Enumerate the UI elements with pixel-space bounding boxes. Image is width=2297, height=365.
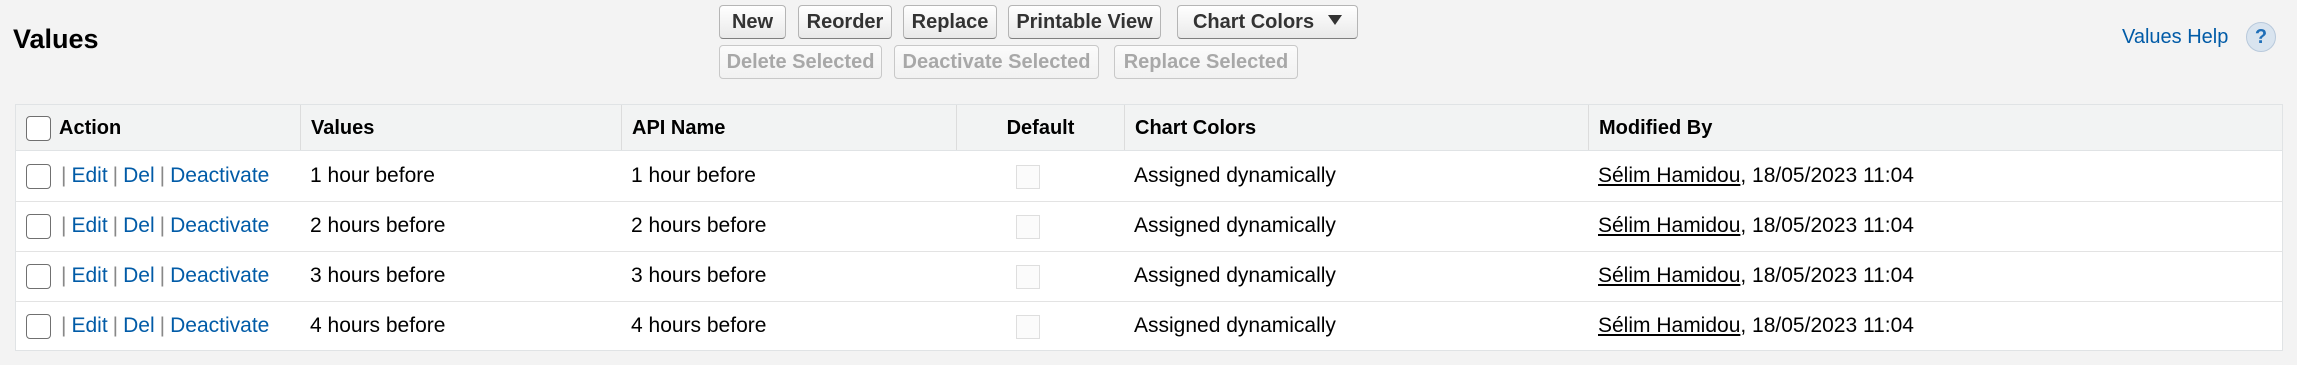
row-actions: | Edit | Del | Deactivate [61, 214, 270, 237]
deactivate-link[interactable]: Deactivate [170, 164, 269, 187]
edit-link[interactable]: Edit [71, 314, 107, 337]
user-link[interactable]: Sélim Hamidou [1598, 164, 1740, 187]
default-checkbox [1016, 165, 1040, 189]
chart-colors-cell: Assigned dynamically [1134, 214, 1336, 237]
replace-button[interactable]: Replace [903, 5, 997, 39]
row-actions: | Edit | Del | Deactivate [61, 164, 270, 187]
table-row: | Edit | Del | Deactivate 4 hours before 4 ho… [16, 301, 2282, 351]
table-row: | Edit | Del | Deactivate 3 hours before 3 ho… [16, 251, 2282, 302]
default-checkbox [1016, 315, 1040, 339]
edit-link[interactable]: Edit [71, 164, 107, 187]
del-link[interactable]: Del [123, 314, 155, 337]
modified-by-cell: Sélim Hamidou, 18/05/2023 11:04 [1598, 264, 1914, 287]
row-checkbox[interactable] [26, 164, 51, 189]
row-checkbox[interactable] [26, 314, 51, 339]
select-all-checkbox[interactable] [26, 116, 51, 141]
delete-selected-button[interactable]: Delete Selected [719, 45, 882, 79]
page-title: Values [13, 24, 99, 54]
user-link[interactable]: Sélim Hamidou [1598, 314, 1740, 337]
values-page: Values New Reorder Replace Printable Vie… [0, 0, 2297, 365]
api-name-cell: 1 hour before [631, 164, 756, 187]
replace-selected-button[interactable]: Replace Selected [1114, 45, 1298, 79]
edit-link[interactable]: Edit [71, 214, 107, 237]
table-row: | Edit | Del | Deactivate 1 hour before 1 hou… [16, 151, 2282, 202]
modified-by-cell: Sélim Hamidou, 18/05/2023 11:04 [1598, 164, 1914, 187]
value-cell: 2 hours before [310, 214, 446, 237]
deactivate-link[interactable]: Deactivate [170, 314, 269, 337]
row-checkbox[interactable] [26, 264, 51, 289]
printable-view-button[interactable]: Printable View [1008, 5, 1161, 39]
chart-colors-cell: Assigned dynamically [1134, 164, 1336, 187]
value-cell: 4 hours before [310, 314, 446, 337]
column-header-api-name[interactable]: API Name [621, 105, 956, 150]
user-link[interactable]: Sélim Hamidou [1598, 214, 1740, 237]
modified-by-cell: Sélim Hamidou, 18/05/2023 11:04 [1598, 214, 1914, 237]
row-actions: | Edit | Del | Deactivate [61, 264, 270, 287]
column-header-chart-colors[interactable]: Chart Colors [1124, 105, 1588, 150]
column-header-action: Action [16, 105, 300, 150]
deactivate-link[interactable]: Deactivate [170, 214, 269, 237]
new-button[interactable]: New [719, 5, 786, 39]
del-link[interactable]: Del [123, 214, 155, 237]
default-checkbox [1016, 265, 1040, 289]
table-header-row: Action Values API Name Default Chart Col… [16, 105, 2282, 151]
chart-colors-dropdown[interactable]: Chart Colors [1177, 5, 1358, 39]
row-actions: | Edit | Del | Deactivate [61, 314, 270, 337]
values-help-link[interactable]: Values Help [2122, 26, 2228, 49]
table-row: | Edit | Del | Deactivate 2 hours before 2 ho… [16, 201, 2282, 252]
del-link[interactable]: Del [123, 164, 155, 187]
deactivate-link[interactable]: Deactivate [170, 264, 269, 287]
api-name-cell: 4 hours before [631, 314, 767, 337]
chart-colors-cell: Assigned dynamically [1134, 314, 1336, 337]
values-table: Action Values API Name Default Chart Col… [15, 104, 2283, 351]
value-cell: 3 hours before [310, 264, 446, 287]
row-checkbox[interactable] [26, 214, 51, 239]
default-checkbox [1016, 215, 1040, 239]
caret-down-icon [1328, 15, 1343, 25]
del-link[interactable]: Del [123, 264, 155, 287]
modified-by-cell: Sélim Hamidou, 18/05/2023 11:04 [1598, 314, 1914, 337]
chart-colors-cell: Assigned dynamically [1134, 264, 1336, 287]
deactivate-selected-button[interactable]: Deactivate Selected [894, 45, 1099, 79]
reorder-button[interactable]: Reorder [798, 5, 892, 39]
api-name-cell: 2 hours before [631, 214, 767, 237]
column-header-modified-by[interactable]: Modified By [1588, 105, 2282, 150]
api-name-cell: 3 hours before [631, 264, 767, 287]
help-circle-icon[interactable]: ? [2246, 22, 2276, 52]
edit-link[interactable]: Edit [71, 264, 107, 287]
column-header-default[interactable]: Default [956, 105, 1124, 150]
value-cell: 1 hour before [310, 164, 435, 187]
user-link[interactable]: Sélim Hamidou [1598, 264, 1740, 287]
column-header-values[interactable]: Values [300, 105, 621, 150]
